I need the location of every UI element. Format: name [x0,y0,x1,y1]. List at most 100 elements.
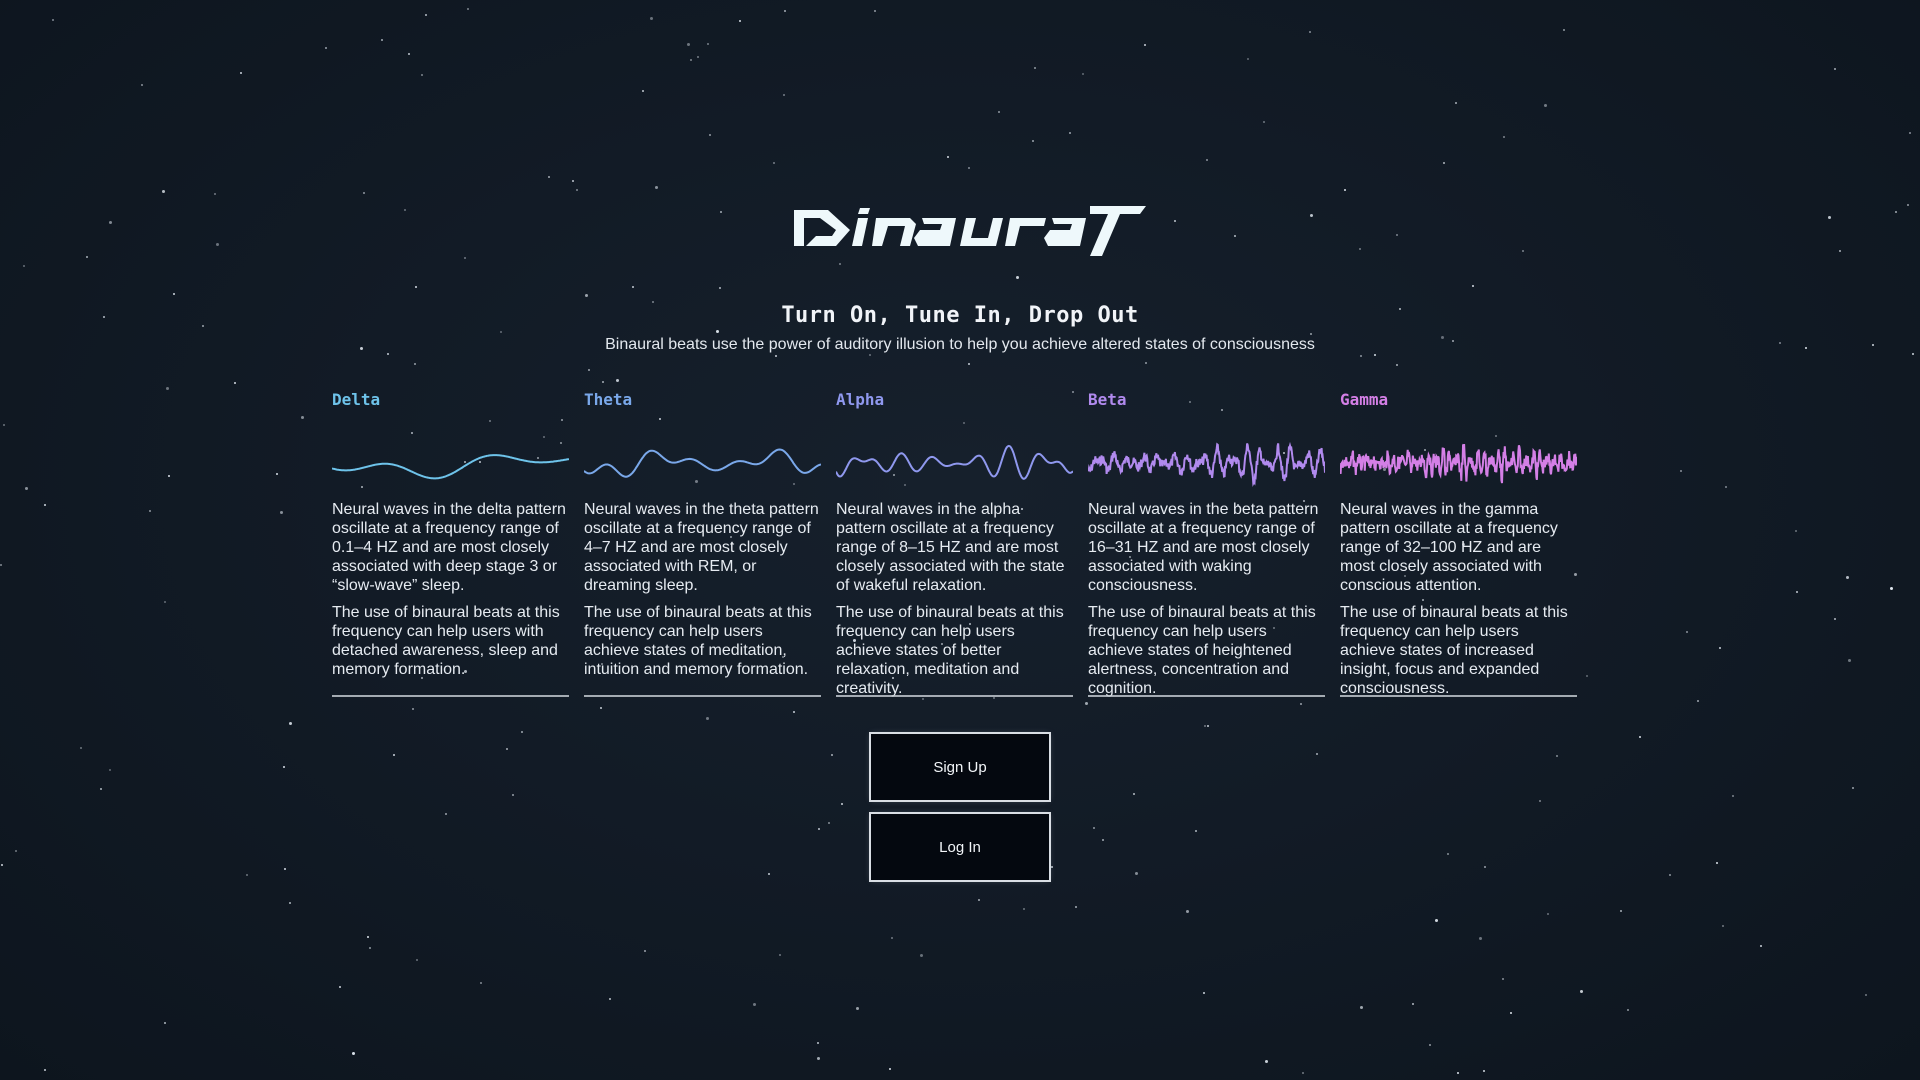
alpha-waveform-icon [836,444,1073,480]
wave-use-delta: The use of binaural beats at this freque… [332,604,560,678]
star [173,293,175,295]
star [1135,872,1138,875]
star [828,822,830,824]
star [234,382,236,384]
star [1034,67,1036,69]
wave-description-delta: Neural waves in the delta pattern oscill… [332,501,566,594]
star [363,192,365,194]
star [548,176,550,178]
star [408,53,410,55]
delta-waveform-icon [332,454,569,480]
divider [836,695,1073,697]
star [775,355,777,357]
star [753,1003,756,1006]
star [404,209,406,211]
star [1085,702,1088,705]
star [1484,866,1486,868]
star [978,899,980,901]
star [1195,830,1197,832]
star [1310,333,1312,335]
star [687,43,690,46]
star [1834,618,1836,620]
star [779,954,781,956]
star [1360,1006,1363,1009]
brainwave-columns: Delta Neural waves in the delta pattern … [332,390,1577,697]
star [1760,945,1762,947]
star [1144,44,1146,46]
star [839,263,841,265]
star [164,601,166,603]
star [480,982,482,984]
star [15,850,17,852]
star [1795,530,1797,532]
star [284,868,286,870]
star [412,708,414,710]
star [784,10,786,12]
star [609,998,611,1000]
sign-up-button[interactable]: Sign Up [871,734,1049,800]
star [1722,925,1724,927]
star [141,84,143,86]
wave-column-gamma: Gamma Neural waves in the gamma pattern … [1340,390,1577,697]
star [500,331,502,333]
wave-description-gamma: Neural waves in the gamma pattern oscill… [1340,501,1558,594]
star [1075,906,1077,908]
binaural-logo-mark [794,206,1146,256]
divider [584,695,821,697]
star [162,190,165,193]
wave-description-beta: Neural waves in the beta pattern oscilla… [1088,501,1319,594]
star [585,294,588,297]
star [891,937,893,939]
star [369,947,371,949]
star [720,211,722,213]
star [1580,990,1583,993]
star [1620,910,1622,912]
star [650,17,653,20]
star [109,221,112,224]
wave-column-delta: Delta Neural waves in the delta pattern … [332,390,569,697]
star [1680,470,1682,472]
star [697,56,699,58]
star [1839,250,1841,252]
star [1032,140,1034,142]
star [109,769,111,771]
star [1316,753,1318,755]
star [3,424,5,426]
star [393,754,395,756]
theta-waveform-icon [584,448,821,478]
star [1686,631,1688,633]
star [1396,364,1398,366]
star [506,748,508,750]
star [922,698,924,700]
star [588,369,590,371]
star [352,1052,355,1055]
star [1848,659,1851,662]
star [164,1022,166,1024]
star [644,950,646,952]
star [1206,159,1208,161]
star [1719,647,1721,649]
wave-title-gamma: Gamma [1340,390,1389,409]
star [1457,1072,1459,1074]
star [1725,486,1727,488]
star [1247,58,1249,60]
waveform-line [1088,441,1325,488]
star [1716,862,1718,864]
star [920,954,923,957]
star [521,731,523,733]
log-in-button[interactable]: Log In [871,814,1049,880]
star [1556,755,1558,757]
wave-column-alpha: Alpha Neural waves in the alpha pattern … [836,390,1073,697]
star [1302,1072,1304,1074]
star [841,803,843,805]
star [1207,725,1209,727]
star [1186,910,1189,913]
star [1483,1070,1485,1072]
star [339,986,341,988]
star [1472,285,1474,287]
star [512,794,514,796]
wave-use-beta: The use of binaural beats at this freque… [1088,604,1316,697]
star [149,510,151,512]
star [1455,102,1457,104]
star [709,134,711,136]
